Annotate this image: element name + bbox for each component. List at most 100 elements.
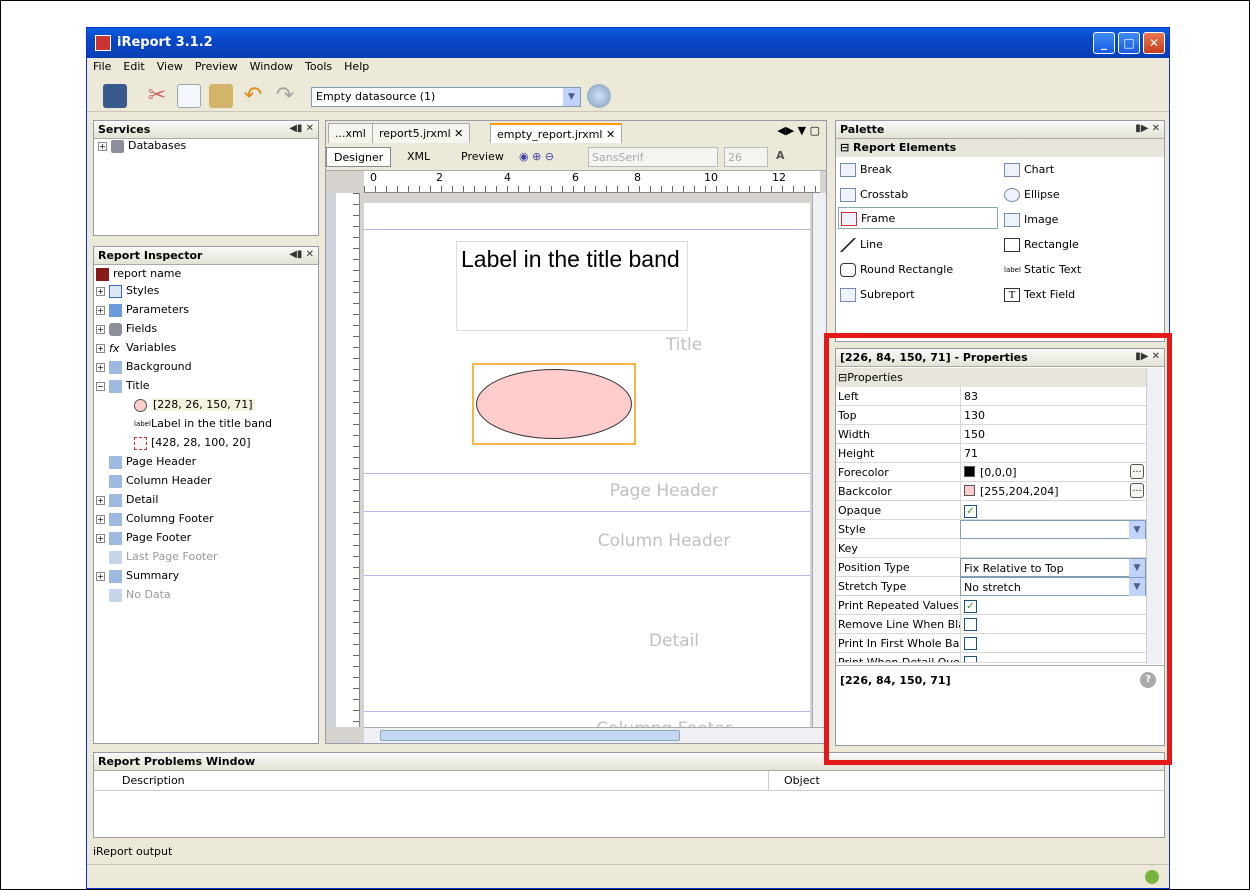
zoom-tools-icon[interactable]: ◉ ⊕ ⊖ (512, 147, 561, 167)
palette-item-rectangle[interactable]: Rectangle (1004, 234, 1079, 256)
report-inspector-panel: Report Inspector ◀▮ ✕ report name + Styles… (93, 246, 319, 744)
tab-xml-view[interactable]: XML (400, 147, 437, 167)
paste-icon[interactable] (209, 84, 233, 108)
panel-controls-icon[interactable]: ▮▶ ✕ (1135, 123, 1160, 134)
palette-item-static-text[interactable]: label Static Text (1004, 259, 1081, 281)
font-select[interactable]: SansSerif (588, 147, 718, 167)
undo-icon[interactable]: ↶ (241, 84, 265, 108)
tree-item-parameters[interactable]: + Parameters (94, 303, 318, 322)
font-size-select[interactable]: 26 (724, 147, 768, 167)
expand-icon[interactable]: + (96, 571, 105, 581)
band-icon (109, 531, 122, 545)
tree-item-databases[interactable]: + Databases (94, 139, 318, 158)
maximize-icon[interactable]: □ (1118, 32, 1140, 54)
tab-nav-icon[interactable]: ◀▶ ▼ ▢ (777, 124, 820, 137)
menu-bar: File Edit View Preview Window Tools Help (87, 58, 1169, 78)
menu-view[interactable]: View (151, 58, 189, 73)
palette-item-text-field[interactable]: T Text Field (1004, 284, 1075, 306)
expand-icon[interactable]: + (96, 533, 105, 543)
expand-icon[interactable]: + (96, 495, 105, 505)
tree-item-label: Summary (126, 569, 180, 582)
tree-item-fields[interactable]: + Fields (94, 322, 318, 341)
band-guide (364, 511, 810, 512)
tree-item-last-page-footer[interactable]: Last Page Footer (94, 550, 318, 569)
tree-item-background[interactable]: + Background (94, 360, 318, 379)
tree-item-report-name[interactable]: report name (94, 265, 318, 284)
tree-item-title[interactable]: − Title (94, 379, 318, 398)
panel-controls-icon[interactable]: ◀▮ ✕ (289, 123, 314, 134)
tree-item-styles[interactable]: + Styles (94, 284, 318, 303)
collapse-icon[interactable]: − (96, 381, 105, 391)
tree-item-column-header[interactable]: Column Header (94, 474, 318, 493)
minimize-icon[interactable]: _ (1093, 32, 1115, 54)
menu-preview[interactable]: Preview (189, 58, 244, 73)
tree-item-label: Title (126, 379, 150, 392)
ellipse-selection[interactable] (472, 363, 636, 445)
menu-help[interactable]: Help (338, 58, 375, 73)
cut-icon[interactable]: ✂ (145, 84, 169, 108)
palette-item-ellipse[interactable]: Ellipse (1004, 184, 1060, 206)
tab-empty-report[interactable]: empty_report.jrxml ✕ (490, 123, 623, 143)
palette-item-subreport[interactable]: Subreport (840, 284, 915, 306)
tree-item-page-footer[interactable]: + Page Footer (94, 531, 318, 550)
palette-item-chart[interactable]: Chart (1004, 159, 1054, 181)
tree-item-frame[interactable]: [428, 28, 100, 20] (94, 436, 318, 455)
tree-item-ellipse[interactable]: [228, 26, 150, 71] (94, 398, 318, 417)
close-icon[interactable]: ✕ (606, 128, 615, 141)
tree-item-detail[interactable]: + Detail (94, 493, 318, 512)
menu-edit[interactable]: Edit (117, 58, 150, 73)
redo-icon[interactable]: ↷ (273, 84, 297, 108)
datasource-select[interactable]: Empty datasource (1) ▼ (311, 87, 581, 107)
tree-item-label: report name (113, 267, 182, 280)
palette-item-label: Image (1024, 213, 1059, 226)
expand-icon[interactable]: + (96, 343, 105, 353)
tree-item-page-header[interactable]: Page Header (94, 455, 318, 474)
palette-item-label: Break (860, 163, 892, 176)
expand-icon[interactable]: + (96, 324, 105, 334)
copy-icon[interactable] (177, 84, 201, 108)
close-icon[interactable]: ✕ (454, 127, 463, 140)
text-format-icon[interactable]: A (776, 149, 785, 162)
chevron-down-icon: ▼ (563, 88, 580, 106)
palette-section[interactable]: ⊟ Report Elements (836, 139, 1164, 157)
expand-icon[interactable]: + (96, 305, 105, 315)
tree-item-column-footer[interactable]: + Columng Footer (94, 512, 318, 531)
tree-item-variables[interactable]: + fx Variables (94, 341, 318, 360)
inspector-header: Report Inspector ◀▮ ✕ (94, 247, 318, 265)
save-icon[interactable] (103, 84, 127, 108)
tab-designer[interactable]: Designer (326, 147, 392, 167)
tree-item-label: [428, 28, 100, 20] (151, 436, 251, 449)
palette-item-round-rectangle[interactable]: Round Rectangle (840, 259, 953, 281)
expand-icon[interactable]: + (96, 286, 105, 296)
palette-item-break[interactable]: Break (840, 159, 892, 181)
panel-controls-icon[interactable]: ◀▮ ✕ (289, 249, 314, 260)
tab-report5[interactable]: report5.jrxml ✕ (372, 123, 471, 143)
column-header-object[interactable]: Object (784, 774, 820, 787)
band-guide (364, 575, 810, 576)
horizontal-scrollbar[interactable] (364, 727, 826, 743)
expand-icon[interactable]: + (98, 141, 107, 151)
menu-file[interactable]: File (87, 58, 117, 73)
palette-item-frame[interactable]: Frame (838, 207, 998, 229)
menu-tools[interactable]: Tools (299, 58, 338, 73)
expand-icon[interactable]: + (96, 514, 105, 524)
services-header: Services ◀▮ ✕ (94, 121, 318, 139)
tab-preview[interactable]: Preview (454, 147, 511, 167)
tree-item-no-data[interactable]: No Data (94, 588, 318, 607)
close-icon[interactable]: ✕ (1143, 32, 1165, 54)
report-page: Label in the title band Title Page Heade… (364, 203, 810, 739)
output-bar[interactable]: iReport output (87, 840, 1169, 864)
scroll-thumb[interactable] (380, 730, 680, 741)
column-header-description[interactable]: Description (122, 774, 185, 787)
palette-item-image[interactable]: Image (1004, 209, 1058, 231)
ellipse-element[interactable] (476, 369, 632, 439)
palette-item-crosstab[interactable]: Crosstab (840, 184, 908, 206)
menu-window[interactable]: Window (244, 58, 299, 73)
tree-item-static-text[interactable]: labelLabel in the title band (94, 417, 318, 436)
expand-icon[interactable]: + (96, 362, 105, 372)
title-static-text[interactable]: Label in the title band (456, 241, 688, 331)
datasource-connect-icon[interactable] (587, 84, 611, 108)
palette-item-line[interactable]: Line (840, 234, 883, 256)
tree-item-summary[interactable]: + Summary (94, 569, 318, 588)
tab-xml[interactable]: ...xml (328, 123, 373, 143)
